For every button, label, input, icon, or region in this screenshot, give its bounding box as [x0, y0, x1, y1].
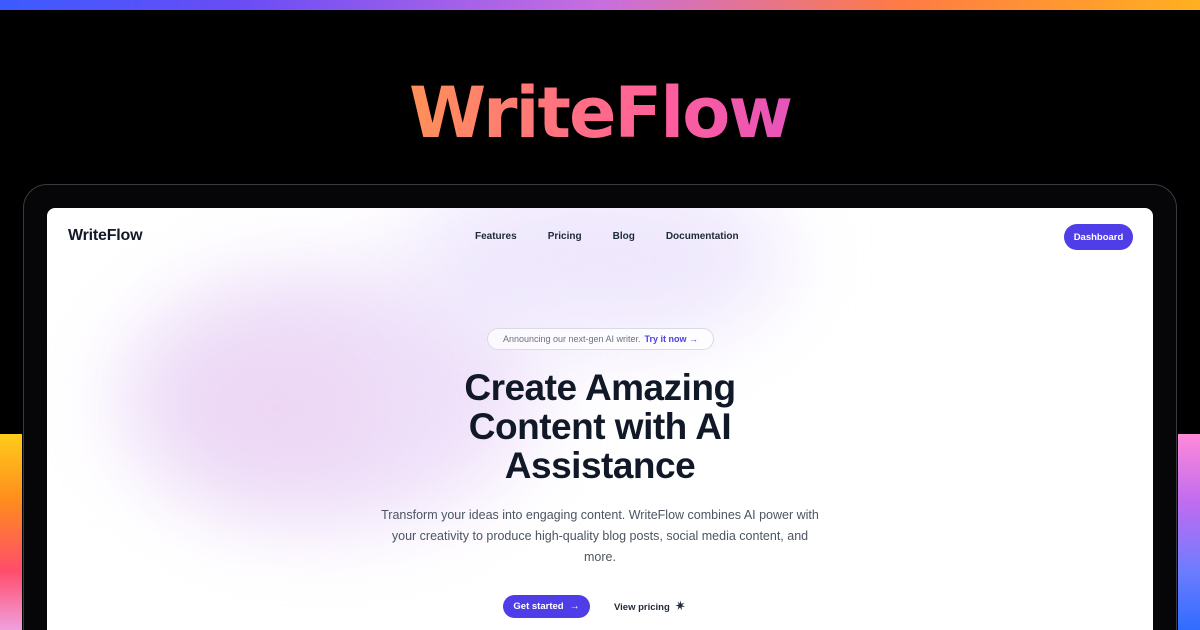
nav-link-blog[interactable]: Blog: [613, 231, 635, 242]
hero-subtext: Transform your ideas into engaging conte…: [381, 508, 819, 564]
main-nav: Features Pricing Blog Documentation: [475, 231, 739, 242]
left-gradient-bar: [0, 434, 22, 630]
background-glow: [407, 208, 787, 348]
website-screen: WriteFlow Features Pricing Blog Document…: [47, 208, 1153, 630]
view-pricing-label: View pricing: [614, 601, 670, 613]
right-gradient-bar: [1178, 434, 1200, 630]
headline-line: Content with AI: [468, 406, 732, 447]
try-it-now-link[interactable]: Try it now →: [645, 334, 699, 344]
announcement-text: Announcing our next-gen AI writer.: [502, 334, 641, 344]
view-pricing-link[interactable]: View pricing: [614, 598, 686, 616]
sparkle-icon: [675, 600, 686, 614]
hero-headline: Create Amazing Content with AI Assistanc…: [347, 368, 853, 485]
nav-link-pricing[interactable]: Pricing: [548, 231, 582, 242]
headline-line: Create Amazing: [464, 367, 736, 408]
dashboard-button[interactable]: Dashboard: [1064, 224, 1133, 250]
site-logo[interactable]: WriteFlow: [68, 227, 143, 245]
arrow-right-icon: →: [569, 600, 580, 612]
brand-title: WriteFlow: [0, 70, 1200, 156]
nav-link-documentation[interactable]: Documentation: [666, 231, 739, 242]
top-gradient-strip: [0, 0, 1200, 10]
get-started-label: Get started: [513, 601, 564, 612]
nav-link-features[interactable]: Features: [475, 231, 517, 242]
headline-line: Assistance: [504, 445, 696, 486]
get-started-button[interactable]: Get started →: [503, 595, 590, 618]
announcement-pill[interactable]: Announcing our next-gen AI writer. Try i…: [487, 328, 714, 350]
